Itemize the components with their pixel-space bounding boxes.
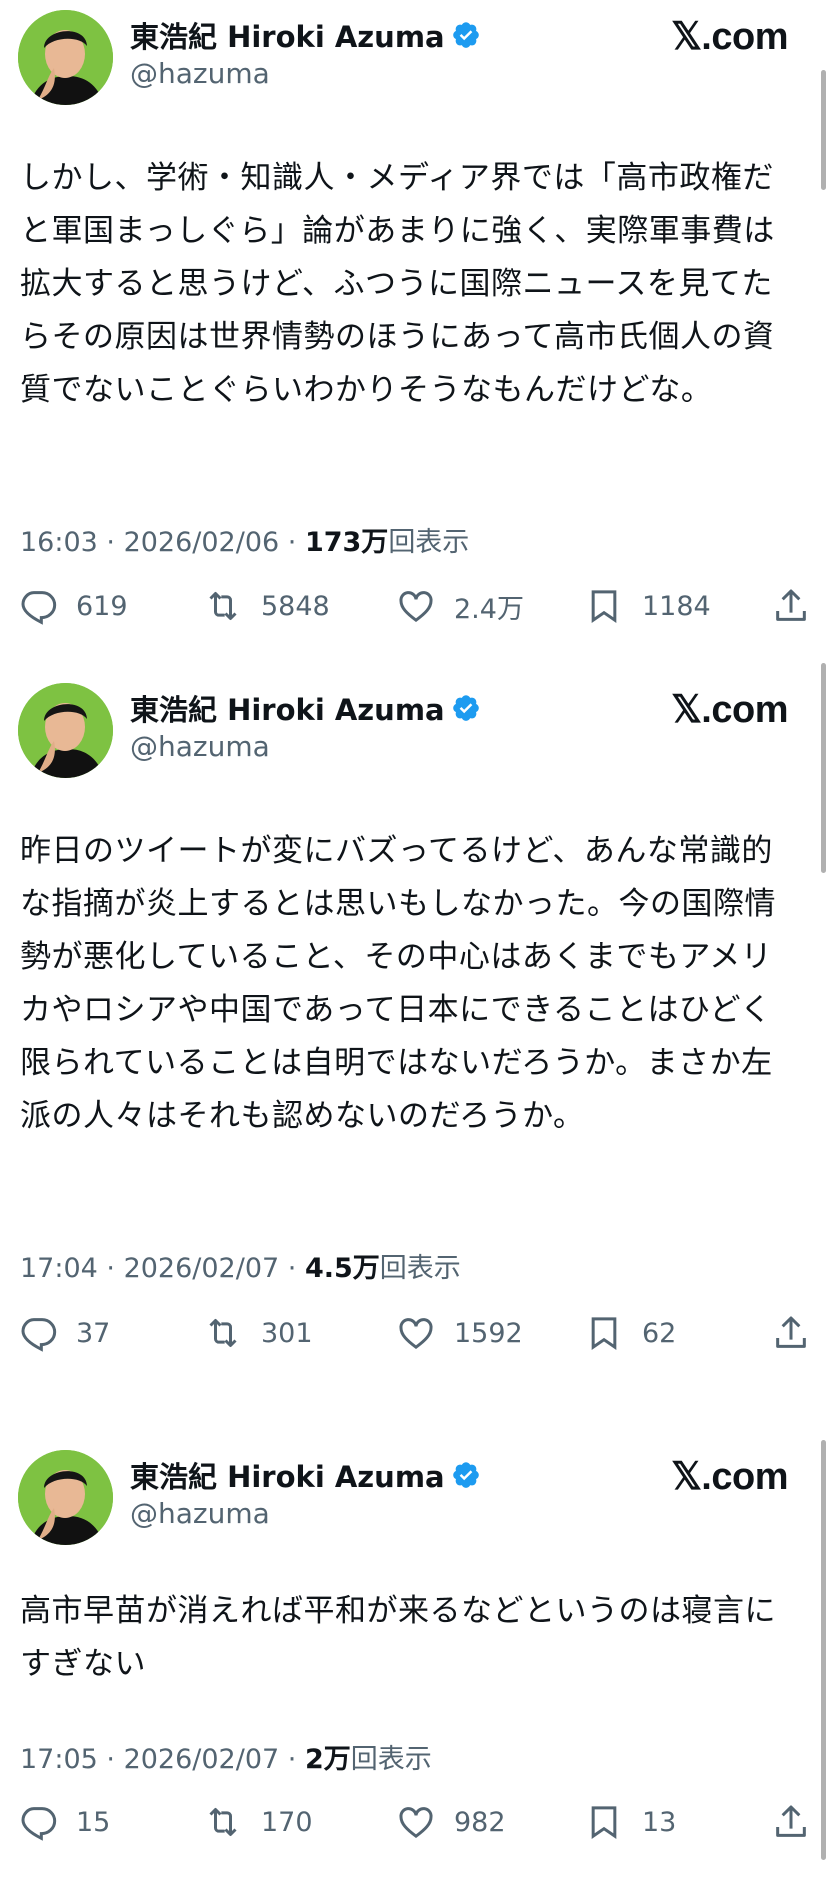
reply-bubble-icon [21, 1318, 57, 1352]
tweet-meta: 17:05 · 2026/02/07 · 2万回表示 [20, 1744, 432, 1775]
tweet-date[interactable]: 2026/02/07 [124, 1253, 280, 1284]
avatar[interactable] [18, 10, 113, 105]
reply-button[interactable]: 37 [18, 1313, 110, 1353]
like-count: 982 [454, 1806, 506, 1838]
reply-button[interactable]: 15 [18, 1802, 110, 1842]
like-button[interactable]: 1592 [396, 1313, 523, 1353]
bookmark-count: 13 [642, 1806, 677, 1838]
repost-count: 5848 [261, 590, 330, 622]
scrollbar[interactable] [821, 663, 826, 873]
reply-bubble-icon [21, 591, 57, 625]
repost-arrows-icon [209, 1808, 237, 1836]
tweet-card-3[interactable]: 東浩紀 Hiroki Azuma @hazuma 𝕏.com 高市早苗が消えれば… [0, 1440, 828, 1890]
source-logo: 𝕏.com [671, 689, 788, 731]
tweet-date[interactable]: 2026/02/06 [124, 527, 280, 558]
tweet-card-2[interactable]: 東浩紀 Hiroki Azuma @hazuma 𝕏.com 昨日のツイートが変… [0, 663, 828, 1405]
bookmark-icon [591, 590, 617, 624]
reply-count: 619 [76, 590, 128, 622]
bookmark-count: 1184 [642, 590, 711, 622]
reply-button[interactable]: 619 [18, 586, 128, 626]
bookmark-button[interactable]: 13 [584, 1802, 676, 1842]
like-count: 1592 [454, 1317, 523, 1349]
verified-badge-icon [451, 693, 481, 723]
bookmark-button[interactable]: 1184 [584, 586, 711, 626]
tweet-date[interactable]: 2026/02/07 [124, 1744, 280, 1775]
author-handle[interactable]: @hazuma [130, 57, 270, 90]
repost-button[interactable]: 5848 [203, 586, 330, 626]
author-handle[interactable]: @hazuma [130, 1497, 270, 1530]
view-count-suffix: 回表示 [379, 1253, 461, 1284]
reply-bubble-icon [21, 1807, 57, 1841]
bookmark-button[interactable]: 62 [584, 1313, 676, 1353]
share-upload-icon [776, 1316, 806, 1348]
repost-arrows-icon [209, 1319, 237, 1347]
scrollbar[interactable] [821, 70, 826, 190]
author-name[interactable]: 東浩紀 Hiroki Azuma [130, 687, 445, 729]
source-logo: 𝕏.com [671, 1456, 788, 1498]
author-name[interactable]: 東浩紀 Hiroki Azuma [130, 1454, 445, 1496]
heart-icon [399, 1318, 433, 1350]
action-bar: 15 170 982 13 [0, 1802, 828, 1852]
share-button[interactable] [771, 586, 811, 626]
source-logo: 𝕏.com [671, 16, 788, 58]
repost-button[interactable]: 170 [203, 1802, 313, 1842]
bookmark-icon [591, 1317, 617, 1351]
verified-badge-icon [451, 1460, 481, 1490]
tweet-text: 高市早苗が消えれば平和が来るなどというのは寝言にすぎない [20, 1593, 776, 1682]
share-upload-icon [776, 1805, 806, 1837]
avatar[interactable] [18, 1450, 113, 1545]
action-bar: 37 301 1592 62 [0, 1313, 828, 1363]
view-count: 173万 [304, 527, 389, 558]
like-count: 2.4万 [454, 593, 524, 625]
author-name[interactable]: 東浩紀 Hiroki Azuma [130, 14, 445, 56]
tweet-text: 昨日のツイートが変にバズってるけど、あんな常識的な指摘が炎上するとは思いもしなか… [20, 833, 776, 1134]
repost-count: 170 [261, 1806, 313, 1838]
action-bar: 619 5848 2.4万 1184 [0, 586, 828, 636]
tweet-time[interactable]: 16:03 [20, 527, 98, 558]
author-handle[interactable]: @hazuma [130, 730, 270, 763]
tweet-meta: 17:04 · 2026/02/07 · 4.5万回表示 [20, 1253, 461, 1284]
share-button[interactable] [771, 1802, 811, 1842]
view-count: 2万 [304, 1744, 351, 1775]
tweet-text: しかし、学術・知識人・メディア界では「高市政権だと軍国まっしぐら」論があまりに強… [20, 160, 775, 408]
view-count-suffix: 回表示 [388, 527, 470, 558]
view-count: 4.5万 [304, 1253, 380, 1284]
share-upload-icon [776, 589, 806, 621]
repost-count: 301 [261, 1317, 313, 1349]
bookmark-count: 62 [642, 1317, 677, 1349]
repost-arrows-icon [209, 592, 237, 620]
reply-count: 37 [76, 1317, 111, 1349]
scrollbar[interactable] [821, 1440, 826, 1860]
view-count-suffix: 回表示 [350, 1744, 432, 1775]
tweet-card-1[interactable]: 東浩紀 Hiroki Azuma @hazuma 𝕏.com しかし、学術・知識… [0, 0, 828, 655]
heart-icon [399, 591, 433, 623]
like-button[interactable]: 982 [396, 1802, 506, 1842]
verified-badge-icon [451, 20, 481, 50]
avatar[interactable] [18, 683, 113, 778]
repost-button[interactable]: 301 [203, 1313, 313, 1353]
like-button[interactable]: 2.4万 [396, 586, 524, 626]
reply-count: 15 [76, 1806, 111, 1838]
heart-icon [399, 1807, 433, 1839]
share-button[interactable] [771, 1313, 811, 1353]
tweet-meta: 16:03 · 2026/02/06 · 173万回表示 [20, 527, 470, 558]
bookmark-icon [591, 1806, 617, 1840]
tweet-time[interactable]: 17:04 [20, 1253, 98, 1284]
tweet-time[interactable]: 17:05 [20, 1744, 98, 1775]
